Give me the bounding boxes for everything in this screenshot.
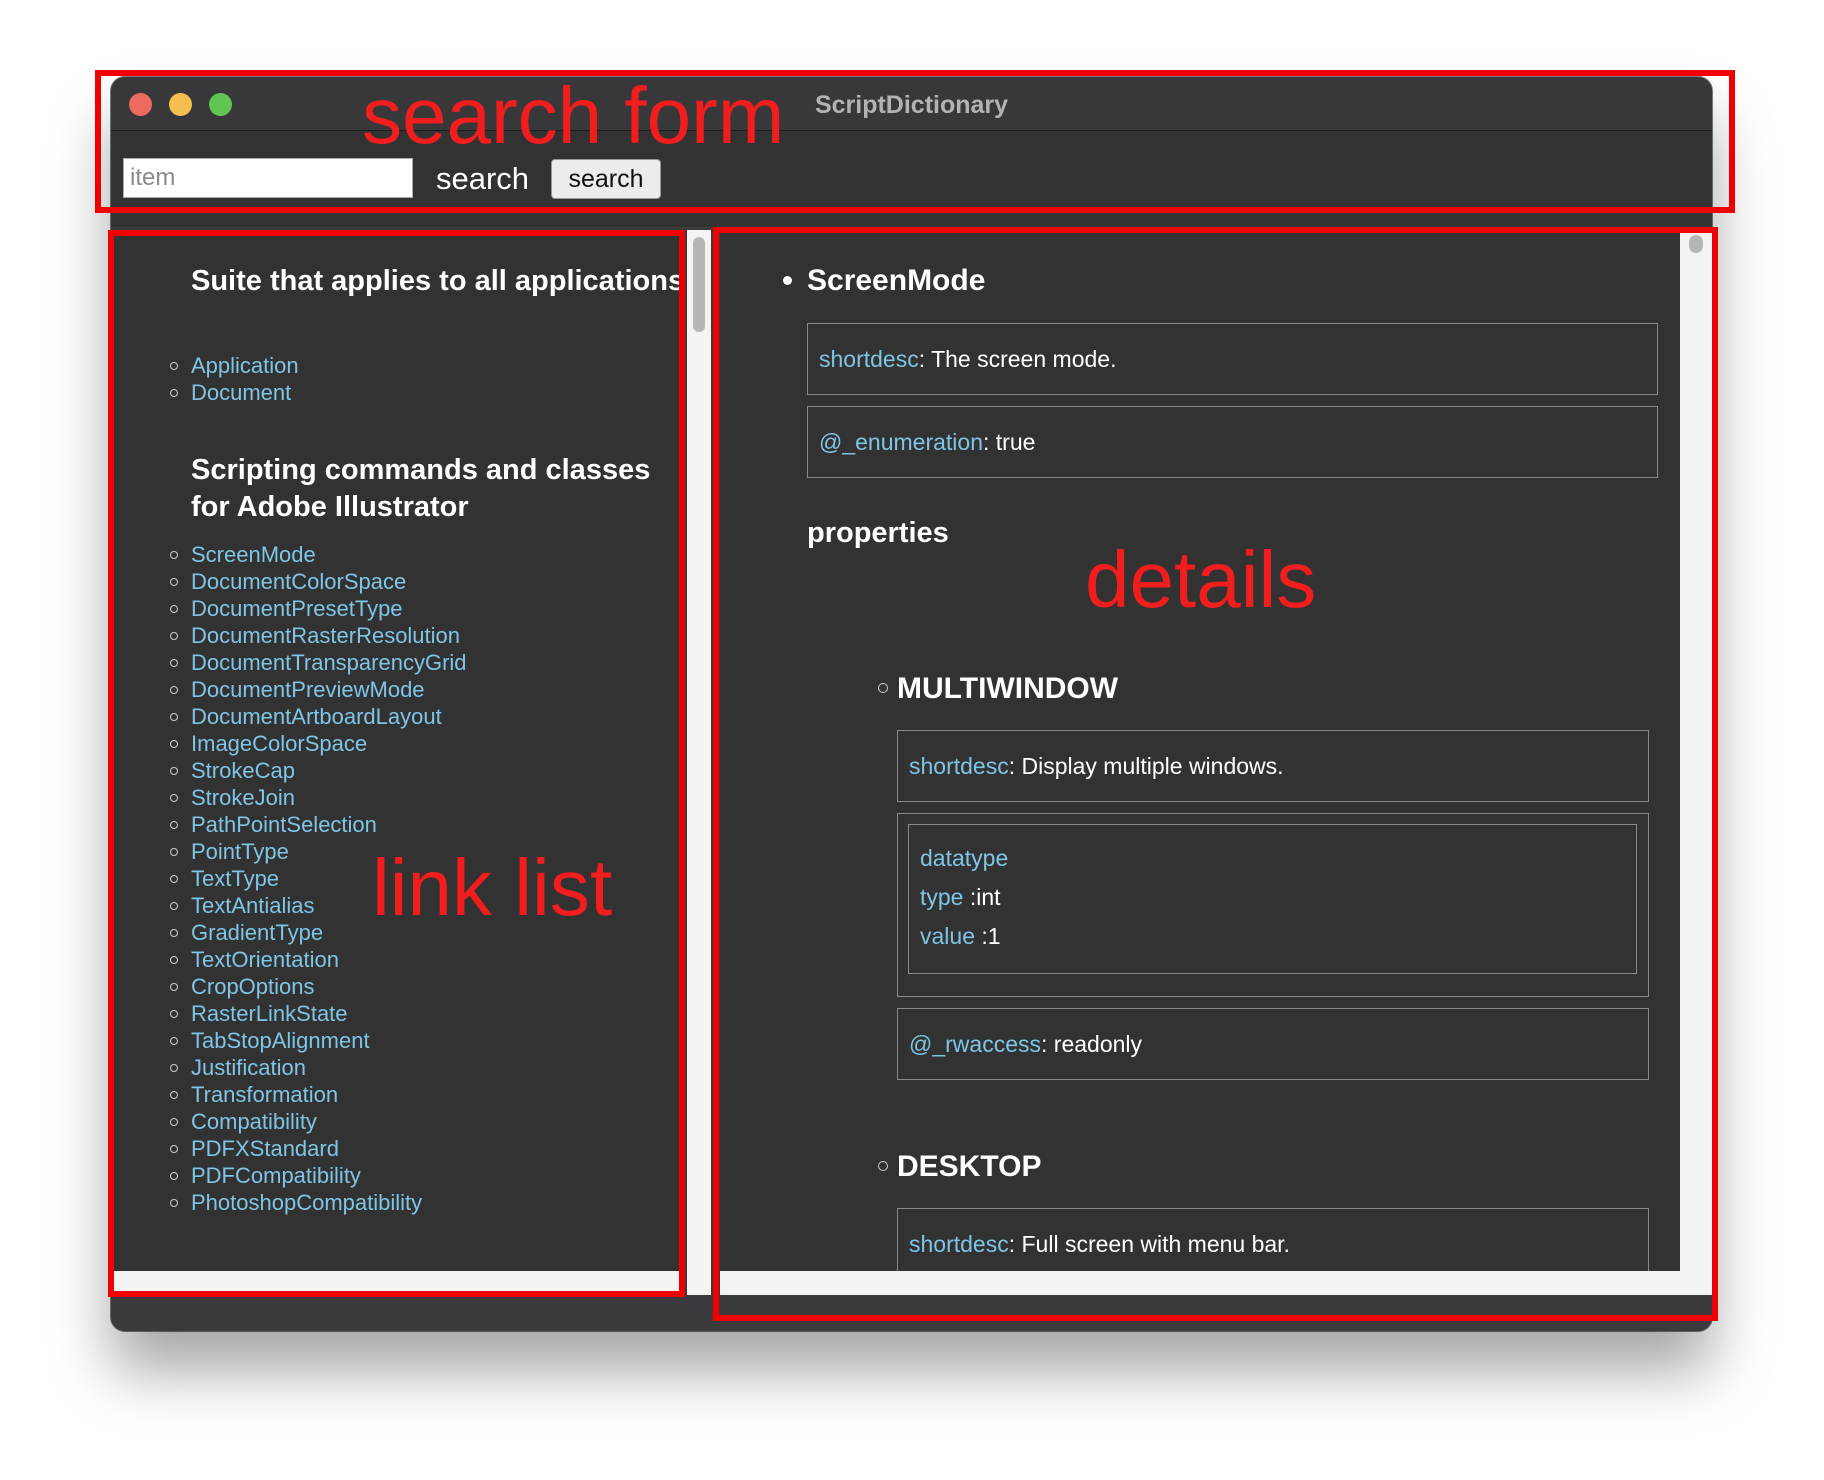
search-form-annotation-box <box>95 70 1735 213</box>
details-annotation-label: details <box>1085 535 1317 624</box>
search-form-annotation-label: search form <box>362 71 785 160</box>
details-annotation-box <box>713 227 1718 1321</box>
link-list-annotation-label: link list <box>372 843 613 932</box>
left-scroll-thumb[interactable] <box>693 237 705 332</box>
left-vertical-scrollbar[interactable] <box>687 230 711 1295</box>
link-list-annotation-box <box>108 230 685 1297</box>
